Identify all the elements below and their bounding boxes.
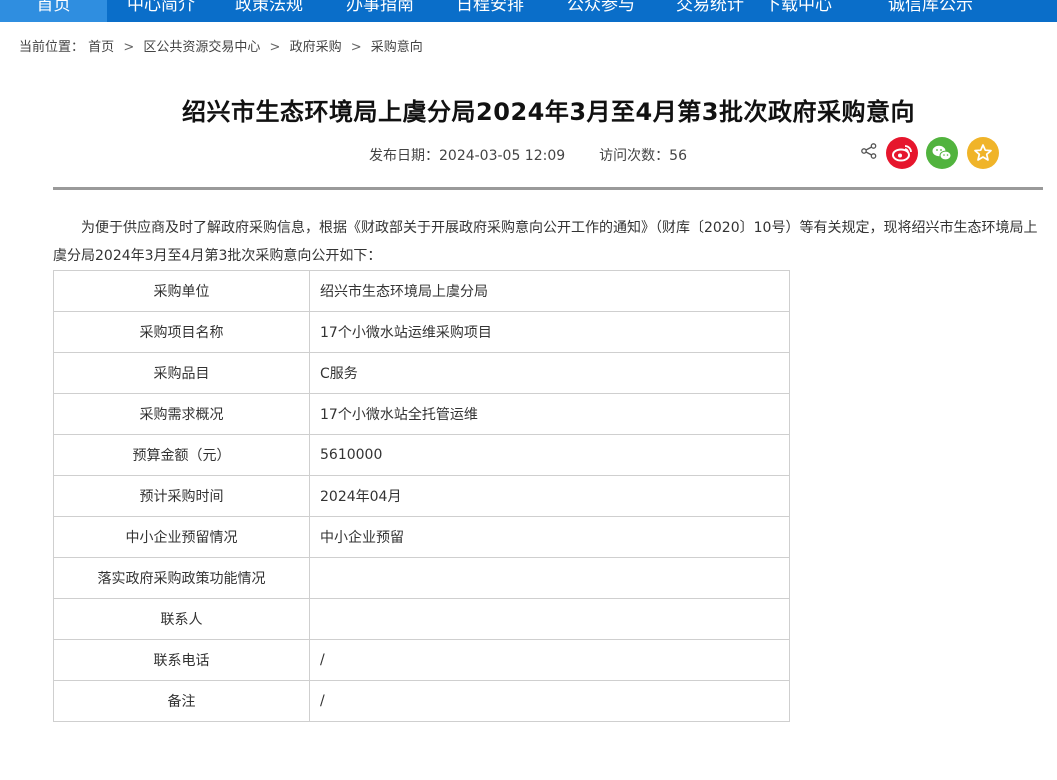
article-meta: 发布日期：2024-03-05 12:09 访问次数：56: [369, 145, 687, 165]
table-row: 采购品目 C服务: [53, 352, 790, 394]
row-label: 采购品目: [53, 352, 310, 394]
row-value: 17个小微水站运维采购项目: [309, 311, 790, 353]
nav-item-guide[interactable]: 办事指南: [346, 0, 414, 22]
article-intro: 为便于供应商及时了解政府采购信息，根据《财政部关于开展政府采购意向公开工作的通知…: [53, 220, 1038, 264]
row-value: 中小企业预留: [309, 516, 790, 558]
breadcrumb-trading-center[interactable]: 区公共资源交易中心: [143, 40, 260, 55]
row-value: 绍兴市生态环境局上虞分局: [309, 270, 790, 312]
breadcrumb-separator: >: [269, 40, 281, 55]
table-row: 采购需求概况 17个小微水站全托管运维: [53, 393, 790, 435]
row-label: 中小企业预留情况: [53, 516, 310, 558]
breadcrumb-prefix: 当前位置：: [19, 40, 85, 55]
nav-item-schedule[interactable]: 日程安排: [456, 0, 524, 22]
row-label: 备注: [53, 680, 310, 722]
table-row: 中小企业预留情况 中小企业预留: [53, 516, 790, 558]
publish-date-label: 发布日期：: [369, 148, 439, 164]
title-divider: [53, 187, 1043, 190]
breadcrumb-home[interactable]: 首页: [88, 40, 114, 55]
row-value: [309, 598, 790, 640]
nav-item-statistics[interactable]: 交易统计: [676, 0, 744, 22]
row-value: C服务: [309, 352, 790, 394]
row-value: 17个小微水站全托管运维: [309, 393, 790, 435]
favorite-icon[interactable]: [967, 137, 999, 169]
top-navigation: 首页 中心简介 政策法规 办事指南 日程安排 公众参与 交易统计 下载中心 诚信…: [0, 0, 1057, 22]
row-value: 2024年04月: [309, 475, 790, 517]
nav-item-center-intro[interactable]: 中心简介: [127, 0, 195, 22]
row-value: [309, 557, 790, 599]
table-row: 联系人: [53, 598, 790, 640]
breadcrumb-separator: >: [350, 40, 362, 55]
row-label: 预算金额（元）: [53, 434, 310, 476]
visit-count-label: 访问次数：: [599, 148, 670, 164]
nav-item-policies[interactable]: 政策法规: [235, 0, 303, 22]
nav-item-home[interactable]: 首页: [0, 0, 107, 22]
row-value: 5610000: [309, 434, 790, 476]
procurement-table: 采购单位 绍兴市生态环境局上虞分局 采购项目名称 17个小微水站运维采购项目 采…: [53, 270, 790, 722]
row-label: 采购单位: [53, 270, 310, 312]
table-row: 落实政府采购政策功能情况: [53, 557, 790, 599]
row-label: 采购需求概况: [53, 393, 310, 435]
row-label: 落实政府采购政策功能情况: [53, 557, 310, 599]
nav-item-participation[interactable]: 公众参与: [567, 0, 635, 22]
table-row: 预算金额（元） 5610000: [53, 434, 790, 476]
table-row: 预计采购时间 2024年04月: [53, 475, 790, 517]
breadcrumb-separator: >: [123, 40, 135, 55]
nav-item-credit[interactable]: 诚信库公示: [888, 0, 973, 22]
row-label: 预计采购时间: [53, 475, 310, 517]
row-label: 联系人: [53, 598, 310, 640]
breadcrumb-procurement-intent[interactable]: 采购意向: [371, 40, 423, 55]
publish-date: 2024-03-05 12:09: [439, 148, 566, 164]
weibo-icon[interactable]: [886, 137, 918, 169]
wechat-icon[interactable]: [926, 137, 958, 169]
page-title: 绍兴市生态环境局上虞分局2024年3月至4月第3批次政府采购意向: [182, 98, 915, 126]
nav-item-downloads[interactable]: 下载中心: [764, 0, 832, 22]
breadcrumb: 当前位置： 首页 > 区公共资源交易中心 > 政府采购 > 采购意向: [19, 36, 423, 55]
row-value: /: [309, 639, 790, 681]
table-row: 备注 /: [53, 680, 790, 722]
row-value: /: [309, 680, 790, 722]
row-label: 联系电话: [53, 639, 310, 681]
row-label: 采购项目名称: [53, 311, 310, 353]
table-row: 采购单位 绍兴市生态环境局上虞分局: [53, 270, 790, 312]
table-row: 联系电话 /: [53, 639, 790, 681]
share-icon[interactable]: [860, 142, 878, 160]
table-row: 采购项目名称 17个小微水站运维采购项目: [53, 311, 790, 353]
breadcrumb-gov-procurement[interactable]: 政府采购: [290, 40, 342, 55]
visit-count: 56: [669, 148, 687, 164]
